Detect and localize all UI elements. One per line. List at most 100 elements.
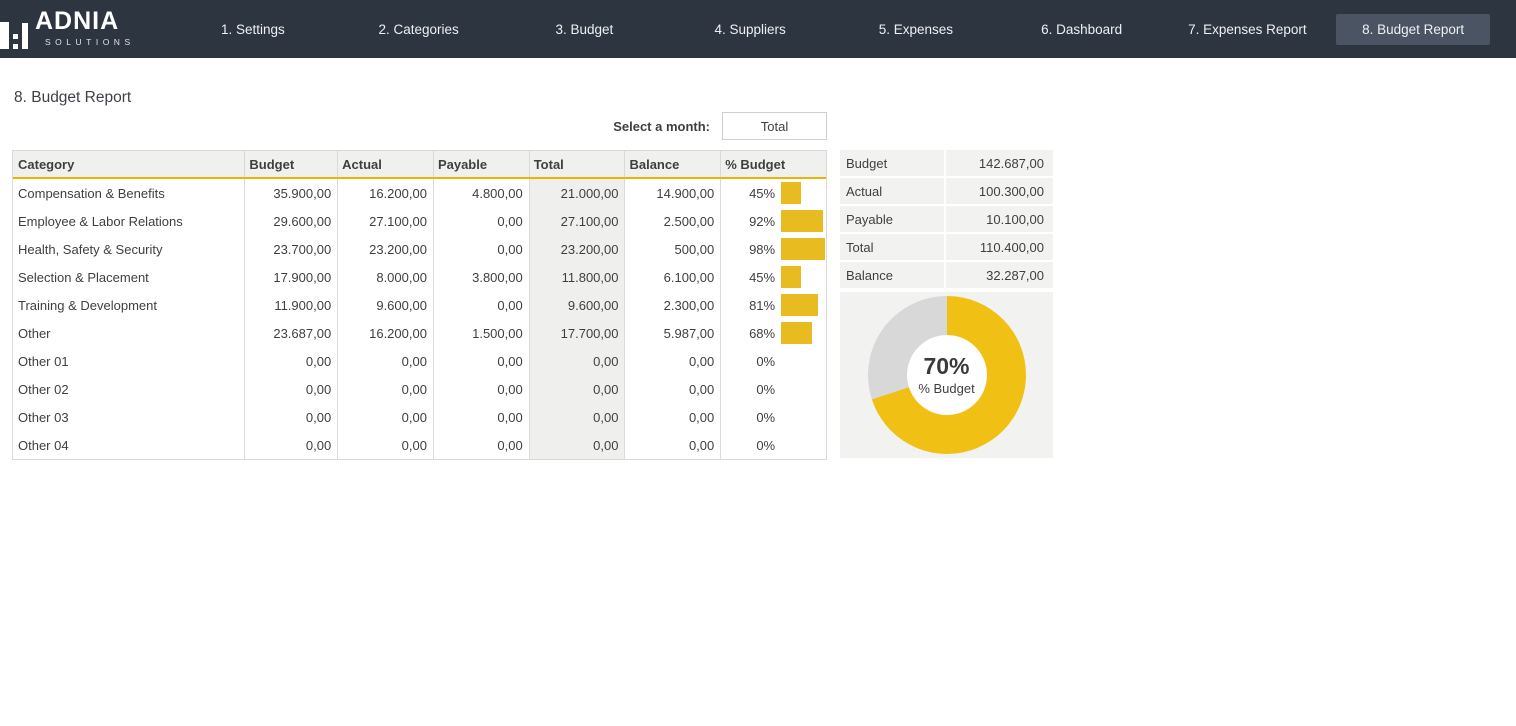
cell-pct-budget: 0% — [721, 403, 826, 431]
pct-databar-track — [781, 322, 826, 344]
logo-name: ADNIA — [35, 9, 135, 34]
cell-pct-budget: 45% — [721, 263, 826, 291]
top-navbar: ADNIA SOLUTIONS 1. Settings2. Categories… — [0, 0, 1516, 58]
donut-caption: % Budget — [918, 381, 974, 396]
donut-chart-area: 70% % Budget — [840, 292, 1053, 458]
cell-pct-budget: 92% — [721, 207, 826, 235]
cell-payable: 0,00 — [434, 291, 530, 319]
logo-subtitle: SOLUTIONS — [45, 38, 135, 47]
cell-total: 21.000,00 — [530, 179, 626, 207]
tab-suppliers[interactable]: 4. Suppliers — [667, 0, 833, 58]
cell-total: 9.600,00 — [530, 291, 626, 319]
month-selector-dropdown[interactable]: Total — [722, 112, 827, 140]
logo-colon-shape — [13, 44, 18, 49]
cell-budget: 17.900,00 — [245, 263, 338, 291]
pct-value: 45% — [721, 270, 775, 285]
cell-budget: 11.900,00 — [245, 291, 338, 319]
cell-budget: 0,00 — [245, 431, 338, 459]
cell-total: 0,00 — [530, 431, 626, 459]
tab-label: 8. Budget Report — [1336, 14, 1490, 45]
cell-balance: 0,00 — [625, 347, 721, 375]
tab-expenses-report[interactable]: 7. Expenses Report — [1165, 0, 1331, 58]
summary-row-actual: Actual100.300,00 — [840, 178, 1053, 206]
tab-label: 5. Expenses — [865, 14, 967, 45]
cell-category: Other 01 — [13, 347, 245, 375]
pct-databar-track — [781, 182, 826, 204]
pct-value: 0% — [721, 382, 775, 397]
adnia-logo: ADNIA SOLUTIONS — [0, 9, 170, 49]
table-row: Other 030,000,000,000,000,000% — [13, 403, 826, 431]
pct-value: 0% — [721, 410, 775, 425]
table-body: Compensation & Benefits35.900,0016.200,0… — [13, 179, 826, 459]
cell-pct-budget: 98% — [721, 235, 826, 263]
table-row: Employee & Labor Relations29.600,0027.10… — [13, 207, 826, 235]
cell-budget: 35.900,00 — [245, 179, 338, 207]
tab-expenses[interactable]: 5. Expenses — [833, 0, 999, 58]
cell-budget: 0,00 — [245, 347, 338, 375]
pct-databar-track — [781, 210, 826, 232]
logo-bar-shape — [0, 29, 9, 49]
summary-value: 10.100,00 — [944, 206, 1053, 234]
cell-budget: 0,00 — [245, 375, 338, 403]
cell-payable: 0,00 — [434, 375, 530, 403]
pct-value: 0% — [721, 438, 775, 453]
pct-databar — [781, 322, 812, 344]
pct-databar — [781, 182, 801, 204]
cell-payable: 3.800,00 — [434, 263, 530, 291]
cell-actual: 8.000,00 — [338, 263, 434, 291]
cell-category: Other 02 — [13, 375, 245, 403]
table-row: Training & Development11.900,00 9.600,000… — [13, 291, 826, 319]
table-row: Other23.687,0016.200,001.500,0017.700,00… — [13, 319, 826, 347]
cell-budget: 23.700,00 — [245, 235, 338, 263]
pct-databar — [781, 266, 801, 288]
pct-databar-track — [781, 350, 826, 372]
tab-label: 4. Suppliers — [700, 14, 799, 45]
cell-balance: 6.100,00 — [625, 263, 721, 291]
cell-pct-budget: 45% — [721, 179, 826, 207]
cell-payable: 0,00 — [434, 403, 530, 431]
pct-value: 81% — [721, 298, 775, 313]
column-header-budget: % Budget — [721, 151, 826, 177]
cell-balance: 500,00 — [625, 235, 721, 263]
cell-pct-budget: 68% — [721, 319, 826, 347]
cell-actual: 0,00 — [338, 375, 434, 403]
tab-categories[interactable]: 2. Categories — [336, 0, 502, 58]
cell-budget: 23.687,00 — [245, 319, 338, 347]
cell-actual: 0,00 — [338, 431, 434, 459]
cell-total: 23.200,00 — [530, 235, 626, 263]
cell-balance: 14.900,00 — [625, 179, 721, 207]
cell-category: Health, Safety & Security — [13, 235, 245, 263]
pct-value: 0% — [721, 354, 775, 369]
tab-settings[interactable]: 1. Settings — [170, 0, 336, 58]
summary-row-budget: Budget142.687,00 — [840, 150, 1053, 178]
cell-category: Other 03 — [13, 403, 245, 431]
table-row: Selection & Placement17.900,008.000,003.… — [13, 263, 826, 291]
column-header-balance: Balance — [625, 151, 721, 177]
logo-tall-bar-shape — [22, 23, 28, 49]
pct-databar-track — [781, 434, 826, 456]
tab-budget-report[interactable]: 8. Budget Report — [1330, 0, 1496, 58]
pct-databar-track — [781, 238, 826, 260]
column-header-actual: Actual — [338, 151, 434, 177]
cell-payable: 1.500,00 — [434, 319, 530, 347]
table-row: Compensation & Benefits35.900,0016.200,0… — [13, 179, 826, 207]
cell-balance: 2.500,00 — [625, 207, 721, 235]
cell-category: Other 04 — [13, 431, 245, 459]
cell-payable: 0,00 — [434, 235, 530, 263]
cell-pct-budget: 0% — [721, 375, 826, 403]
summary-value: 110.400,00 — [944, 234, 1053, 262]
cell-pct-budget: 81% — [721, 291, 826, 319]
table-row: Health, Safety & Security23.700,0023.200… — [13, 235, 826, 263]
cell-actual: 23.200,00 — [338, 235, 434, 263]
cell-total: 17.700,00 — [530, 319, 626, 347]
summary-value: 32.287,00 — [944, 262, 1053, 290]
cell-actual: 0,00 — [338, 347, 434, 375]
donut-percent-value: 70% — [923, 354, 969, 379]
donut-center: 70% % Budget — [907, 335, 987, 415]
cell-balance: 0,00 — [625, 431, 721, 459]
tab-dashboard[interactable]: 6. Dashboard — [999, 0, 1165, 58]
tab-budget[interactable]: 3. Budget — [502, 0, 668, 58]
cell-budget: 29.600,00 — [245, 207, 338, 235]
cell-category: Training & Development — [13, 291, 245, 319]
cell-total: 27.100,00 — [530, 207, 626, 235]
